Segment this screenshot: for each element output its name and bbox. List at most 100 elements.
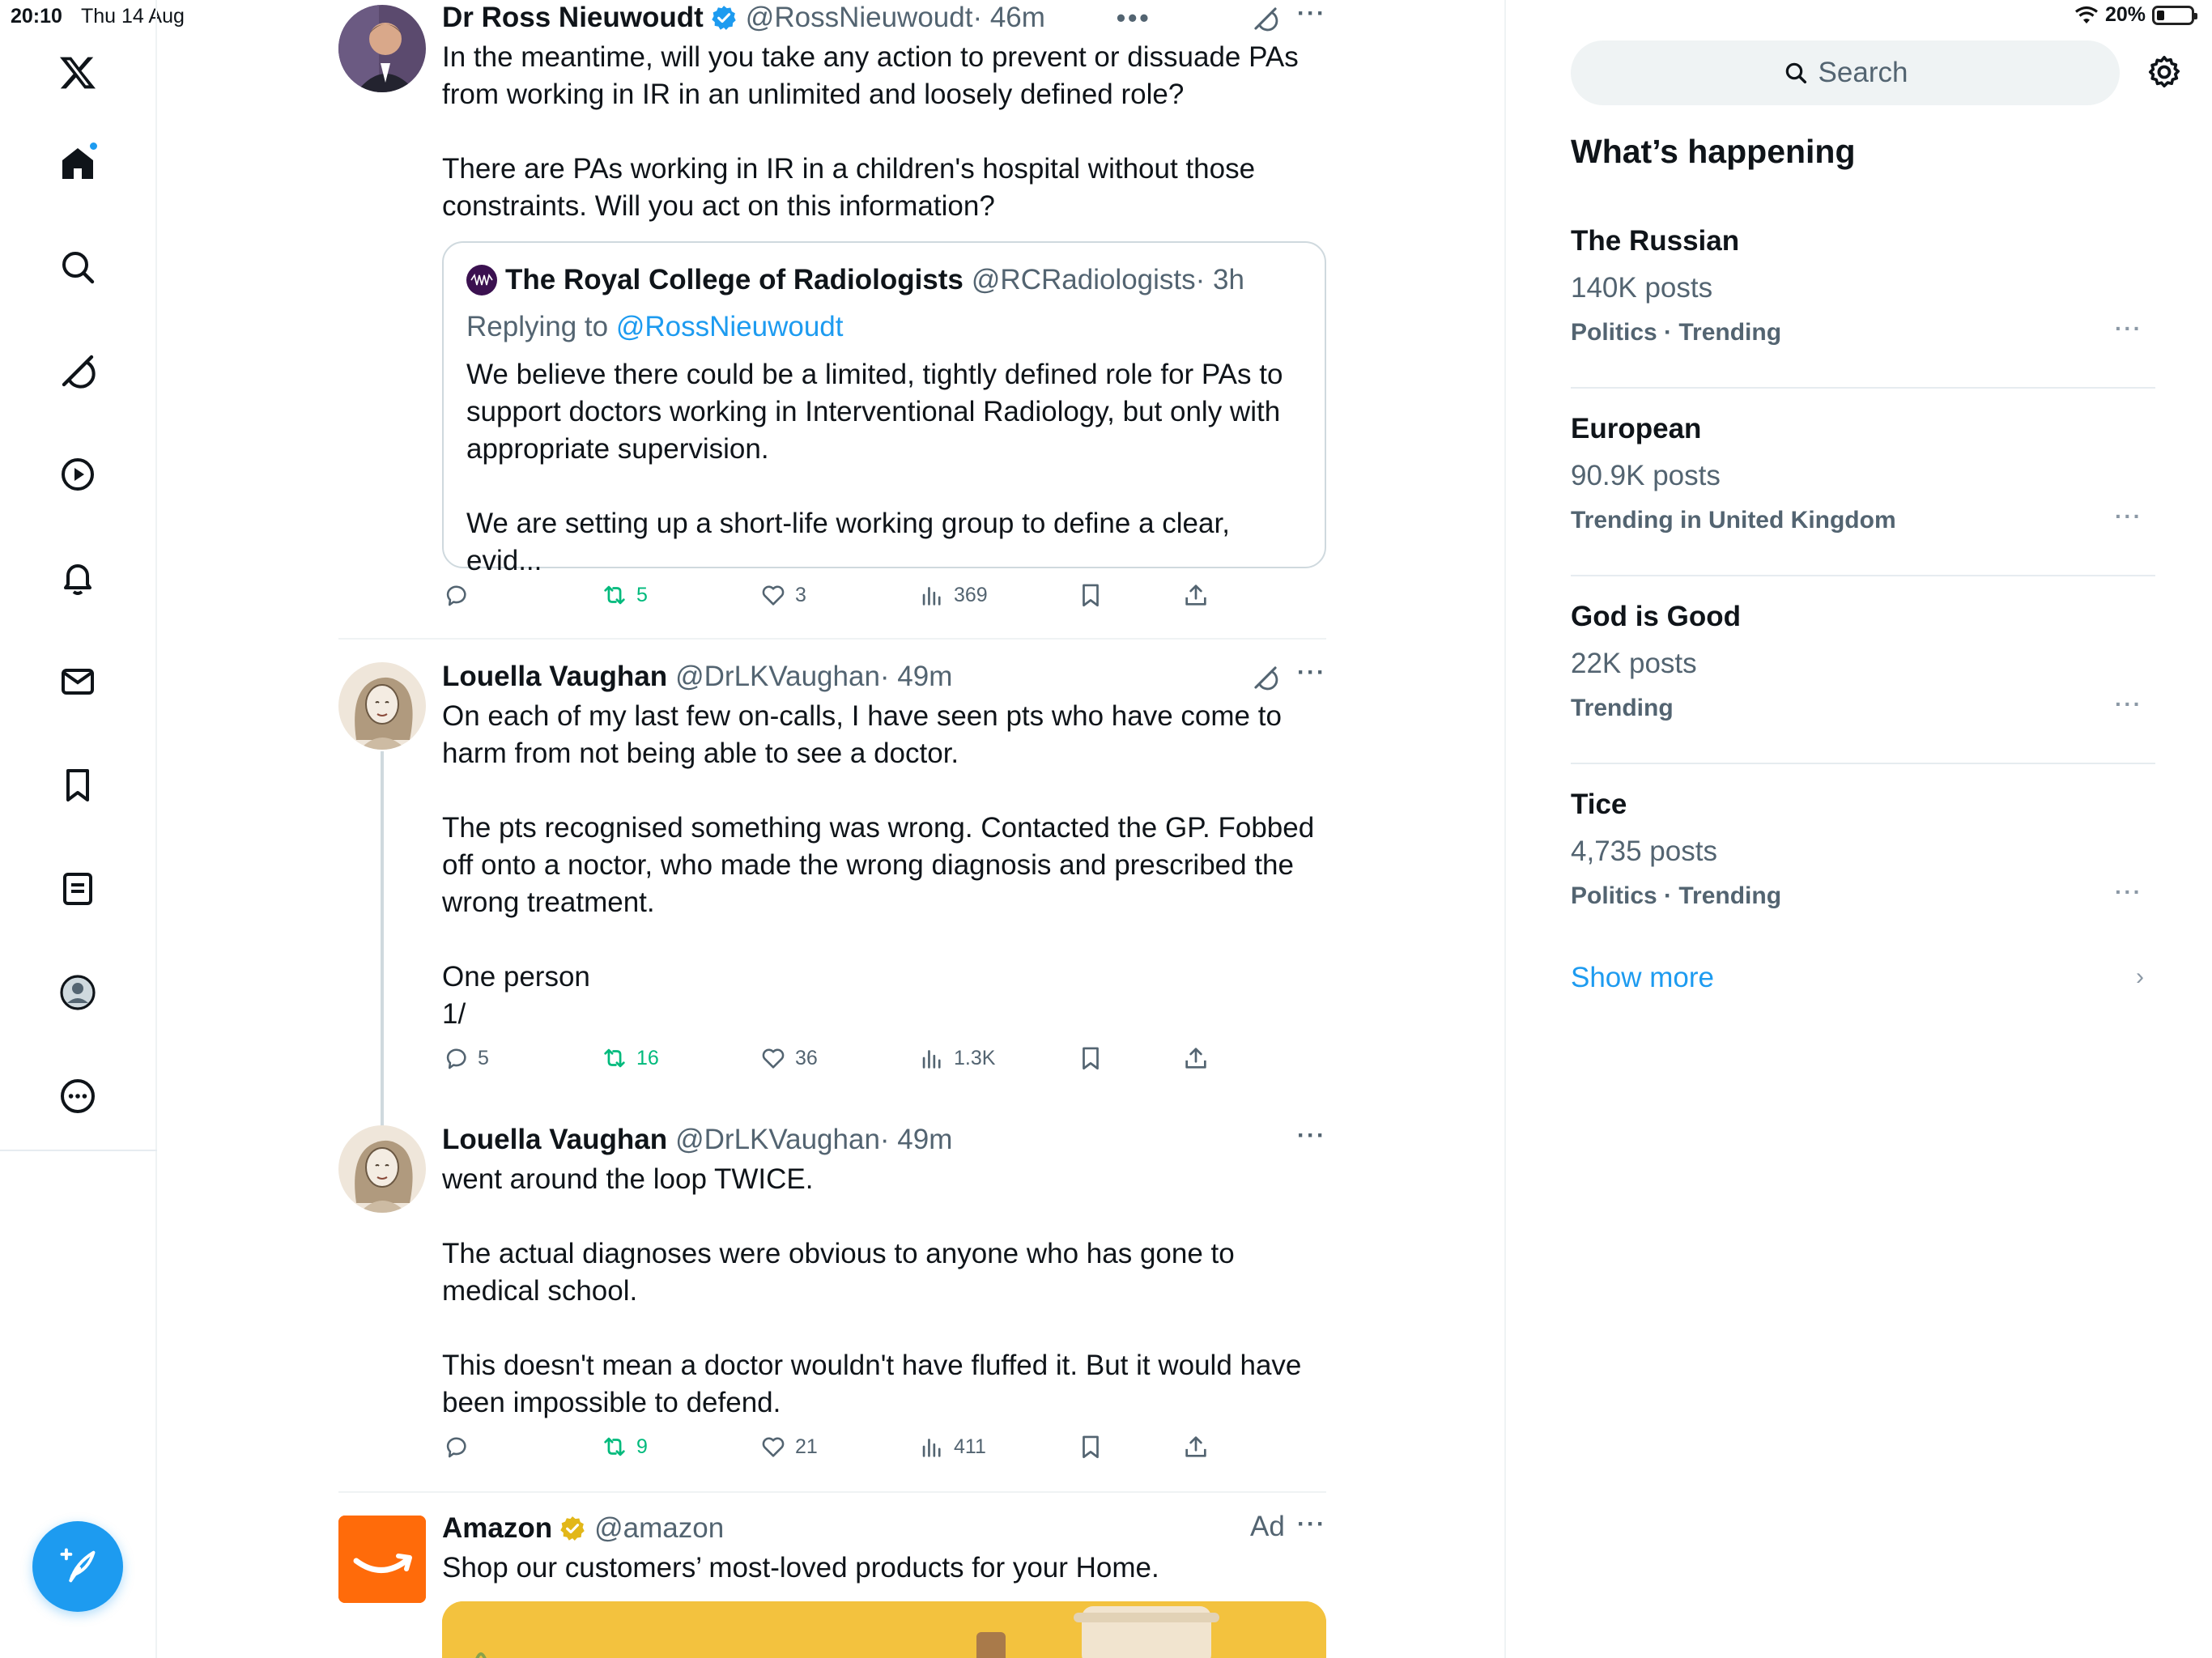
tweet-actions: 5 16 36 1.3K	[442, 1044, 1326, 1082]
author-name[interactable]: Louella Vaughan	[442, 1124, 667, 1156]
thread-line	[381, 751, 384, 1127]
views-icon	[922, 1050, 941, 1069]
trend-category: Politics · Trending	[1571, 882, 1782, 909]
trend-count: 22K posts	[1571, 648, 1697, 679]
tweet-divider	[338, 638, 1326, 640]
profile-icon[interactable]	[52, 967, 104, 1018]
views-button[interactable]: 411	[918, 1433, 986, 1460]
trend-more-icon[interactable]: ···	[2115, 879, 2142, 905]
quote-author-handle: @RCRadiologists	[971, 264, 1196, 295]
search-bar[interactable]: Search	[1571, 40, 2120, 105]
ad-image[interactable]	[442, 1601, 1326, 1658]
advertiser-name[interactable]: Amazon	[442, 1512, 552, 1545]
more-options-icon[interactable]: ···	[1297, 1511, 1326, 1538]
tweet-header: Louella Vaughan @DrLKVaughan · 49m	[442, 659, 1326, 695]
avatar[interactable]	[338, 1125, 426, 1213]
x-logo-icon[interactable]	[52, 47, 104, 99]
share-button[interactable]	[1182, 581, 1210, 609]
reply-icon	[446, 585, 466, 606]
advertiser-handle[interactable]: @amazon	[594, 1512, 724, 1545]
views-button[interactable]: 1.3K	[918, 1044, 995, 1072]
retweet-count: 5	[636, 583, 648, 606]
reply-button[interactable]: 5	[442, 1044, 489, 1072]
grok-icon[interactable]	[1252, 664, 1279, 691]
bookmark-button[interactable]	[1077, 1044, 1104, 1072]
bookmark-icon	[1083, 1435, 1099, 1459]
like-button[interactable]: 21	[759, 1433, 818, 1460]
more-options-icon[interactable]: ···	[1297, 659, 1326, 687]
bookmark-button[interactable]	[1077, 1433, 1104, 1460]
ad-header: Amazon @amazon	[442, 1511, 1326, 1546]
retweet-icon	[604, 585, 625, 605]
chevron-right-icon: ›	[2136, 963, 2144, 990]
trend-divider	[1571, 387, 2155, 389]
quote-time: · 3h	[1195, 264, 1244, 295]
video-icon[interactable]	[52, 449, 104, 500]
more-options-icon[interactable]: ···	[1297, 1122, 1326, 1150]
trend-name: European	[1571, 413, 1702, 444]
reply-icon	[446, 1048, 466, 1069]
trend-name: Tice	[1571, 789, 1627, 820]
trend-more-icon[interactable]: ···	[2115, 316, 2142, 342]
trend-item[interactable]: European 90.9K posts Trending in United …	[1571, 413, 2155, 601]
bookmark-button[interactable]	[1077, 581, 1104, 609]
share-button[interactable]	[1182, 1433, 1210, 1460]
dots-overflow-icon[interactable]: •••	[1117, 3, 1151, 33]
tweet-time[interactable]: · 49m	[880, 1124, 952, 1156]
like-count: 21	[795, 1435, 818, 1458]
lists-icon[interactable]	[52, 863, 104, 915]
bookmarks-icon[interactable]	[52, 759, 104, 811]
views-count: 369	[954, 583, 988, 606]
views-button[interactable]: 369	[918, 581, 988, 609]
grok-icon[interactable]	[52, 345, 104, 397]
messages-icon[interactable]	[52, 656, 104, 708]
notifications-icon[interactable]	[52, 552, 104, 604]
trend-count: 4,735 posts	[1571, 835, 1717, 867]
more-options-icon[interactable]: ···	[1297, 0, 1326, 28]
share-icon	[1185, 1436, 1206, 1457]
retweet-icon	[604, 1048, 625, 1068]
author-handle[interactable]: @DrLKVaughan	[675, 661, 880, 693]
trend-count: 140K posts	[1571, 272, 1713, 304]
trend-item[interactable]: God is Good 22K posts Trending ···	[1571, 601, 2155, 789]
avatar[interactable]	[338, 5, 426, 92]
reply-icon	[446, 1437, 466, 1458]
avatar[interactable]	[338, 662, 426, 750]
amazon-logo[interactable]	[338, 1516, 426, 1603]
reply-button[interactable]	[442, 1433, 478, 1460]
show-more-link[interactable]: Show more	[1571, 962, 1714, 994]
like-button[interactable]: 36	[759, 1044, 818, 1072]
retweet-button[interactable]: 5	[601, 581, 648, 609]
grok-icon[interactable]	[1252, 5, 1279, 32]
trend-more-icon[interactable]: ···	[2115, 504, 2142, 529]
retweet-button[interactable]: 16	[601, 1044, 659, 1072]
share-button[interactable]	[1182, 1044, 1210, 1072]
quoted-tweet[interactable]: The Royal College of Radiologists @RCRad…	[442, 241, 1326, 576]
gold-verified-badge-icon	[560, 1516, 585, 1541]
trend-item[interactable]: Tice 4,735 posts Politics · Trending ···	[1571, 789, 2155, 976]
trend-divider	[1571, 763, 2155, 764]
compose-button[interactable]	[32, 1521, 123, 1612]
tweet-divider	[338, 1491, 1326, 1493]
reply-button[interactable]	[442, 581, 478, 609]
views-count: 411	[954, 1435, 986, 1458]
quote-author-name: The Royal College of Radiologists	[505, 264, 963, 295]
author-handle[interactable]: @DrLKVaughan	[675, 1124, 880, 1156]
like-button[interactable]: 3	[759, 581, 806, 609]
like-count: 36	[795, 1046, 818, 1069]
trend-item[interactable]: The Russian 140K posts Politics · Trendi…	[1571, 225, 2155, 413]
retweet-button[interactable]: 9	[601, 1433, 648, 1460]
heart-icon	[762, 1048, 785, 1069]
tweet-time[interactable]: · 46m	[972, 2, 1044, 34]
replying-to-link[interactable]: @RossNieuwoudt	[616, 311, 844, 342]
home-icon[interactable]	[52, 138, 104, 189]
settings-gear-icon[interactable]	[2146, 53, 2183, 91]
author-name[interactable]: Dr Ross Nieuwoudt	[442, 2, 704, 34]
more-icon[interactable]	[52, 1070, 104, 1122]
explore-icon[interactable]	[52, 241, 104, 293]
trend-more-icon[interactable]: ···	[2115, 691, 2142, 717]
author-name[interactable]: Louella Vaughan	[442, 661, 667, 693]
tweet-time[interactable]: · 49m	[880, 661, 952, 693]
whats-happening-heading: What’s happening	[1571, 133, 1856, 170]
author-handle[interactable]: @RossNieuwoudt	[746, 2, 973, 34]
